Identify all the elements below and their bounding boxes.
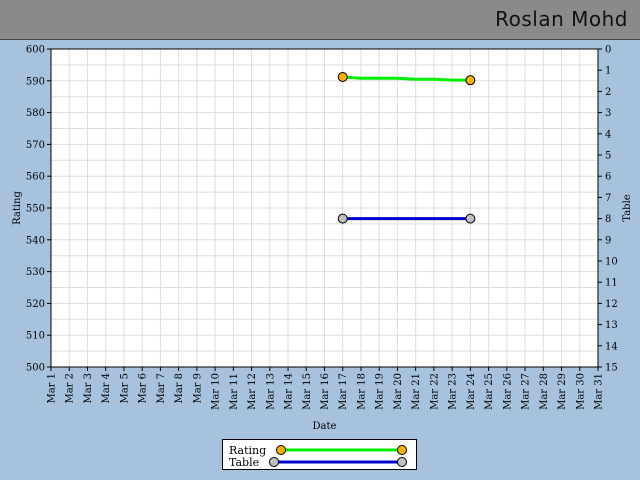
right-tick-label: 5 bbox=[605, 151, 611, 162]
x-tick-label: Mar 21 bbox=[411, 373, 422, 410]
right-tick-label: 3 bbox=[605, 108, 611, 119]
left-tick-label: 530 bbox=[26, 267, 45, 278]
x-tick-label: Mar 26 bbox=[502, 373, 513, 410]
x-tick-label: Mar 14 bbox=[284, 373, 295, 410]
series-marker-table bbox=[465, 213, 476, 224]
series-marker-rating bbox=[337, 71, 348, 82]
legend: Rating Table bbox=[222, 439, 417, 470]
right-tick-label: 8 bbox=[605, 214, 611, 225]
x-tick-label: Mar 20 bbox=[393, 373, 404, 410]
x-tick-label: Mar 9 bbox=[192, 373, 203, 404]
x-tick-label: Mar 1 bbox=[47, 373, 58, 404]
left-tick-label: 520 bbox=[26, 299, 45, 310]
x-tick-label: Mar 13 bbox=[265, 373, 276, 410]
right-tick-label: 4 bbox=[605, 129, 611, 140]
right-tick-label: 15 bbox=[605, 363, 618, 374]
x-tick-label: Mar 2 bbox=[65, 373, 76, 404]
x-tick-label: Mar 4 bbox=[101, 373, 112, 404]
series-marker-table bbox=[337, 213, 348, 224]
series-marker-rating bbox=[465, 75, 476, 86]
legend-marker-rating-end bbox=[397, 445, 407, 455]
legend-marker-table-end bbox=[397, 457, 407, 467]
left-tick-label: 510 bbox=[26, 331, 45, 342]
left-tick-label: 550 bbox=[26, 204, 45, 215]
left-tick-label: 560 bbox=[26, 172, 45, 183]
right-tick-label: 12 bbox=[605, 299, 618, 310]
x-tick-label: Mar 31 bbox=[594, 373, 605, 410]
x-tick-label: Mar 10 bbox=[211, 373, 222, 410]
legend-marker-table bbox=[269, 457, 279, 467]
legend-marker-rating bbox=[276, 445, 286, 455]
right-tick-label: 9 bbox=[605, 235, 611, 246]
rating-table-chart: 6005905805705605505405305205105000123456… bbox=[12, 45, 633, 433]
right-tick-label: 11 bbox=[605, 278, 618, 289]
right-tick-label: 13 bbox=[605, 320, 618, 331]
left-tick-label: 580 bbox=[26, 108, 45, 119]
right-tick-label: 7 bbox=[605, 193, 611, 204]
x-tick-label: Mar 19 bbox=[375, 373, 386, 410]
right-tick-label: 10 bbox=[605, 257, 618, 268]
right-tick-label: 2 bbox=[605, 87, 611, 98]
x-tick-label: Mar 16 bbox=[320, 373, 331, 410]
x-tick-label: Mar 11 bbox=[229, 373, 240, 410]
left-tick-label: 570 bbox=[26, 140, 45, 151]
left-tick-label: 600 bbox=[26, 45, 45, 56]
right-tick-label: 0 bbox=[605, 45, 611, 56]
x-tick-label: Mar 15 bbox=[302, 373, 313, 410]
x-axis-label: Date bbox=[313, 421, 337, 432]
x-tick-label: Mar 24 bbox=[466, 373, 477, 410]
left-tick-label: 590 bbox=[26, 76, 45, 87]
x-tick-label: Mar 12 bbox=[247, 373, 258, 410]
left-tick-label: 500 bbox=[26, 363, 45, 374]
x-tick-label: Mar 23 bbox=[448, 373, 459, 410]
x-tick-label: Mar 18 bbox=[356, 373, 367, 410]
x-tick-label: Mar 8 bbox=[174, 373, 185, 404]
x-tick-label: Mar 7 bbox=[156, 373, 167, 404]
x-tick-label: Mar 25 bbox=[484, 373, 495, 410]
x-tick-label: Mar 30 bbox=[575, 373, 586, 410]
right-tick-label: 1 bbox=[605, 66, 611, 77]
x-tick-label: Mar 5 bbox=[119, 373, 130, 404]
x-tick-label: Mar 17 bbox=[338, 373, 349, 410]
y-axis-label-left: Rating bbox=[12, 191, 23, 225]
x-tick-label: Mar 22 bbox=[429, 373, 440, 410]
left-tick-label: 540 bbox=[26, 235, 45, 246]
x-tick-label: Mar 29 bbox=[557, 373, 568, 410]
x-tick-label: Mar 28 bbox=[539, 373, 550, 410]
y-axis-label-right: Table bbox=[622, 194, 633, 221]
x-tick-label: Mar 3 bbox=[83, 373, 94, 404]
x-tick-label: Mar 6 bbox=[138, 373, 149, 404]
right-tick-label: 14 bbox=[605, 341, 618, 352]
right-tick-label: 6 bbox=[605, 172, 611, 183]
x-tick-label: Mar 27 bbox=[521, 373, 532, 410]
